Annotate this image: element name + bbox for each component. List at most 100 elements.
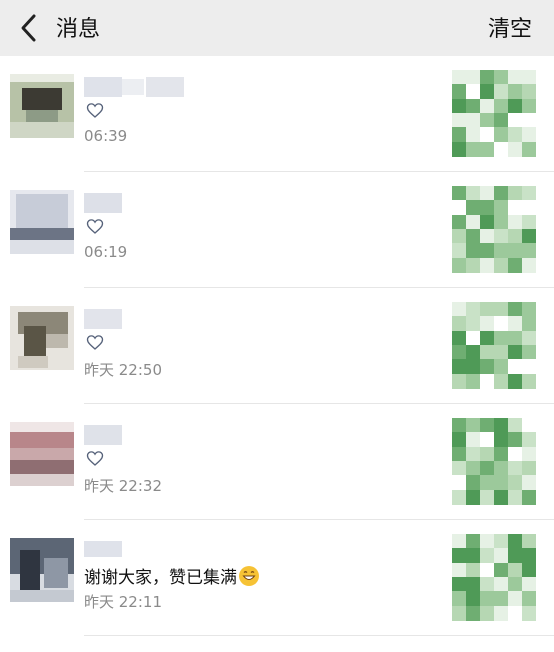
thumbnail-pixel — [480, 548, 494, 564]
thumbnail-pixel — [494, 112, 508, 128]
thumbnail-pixel — [480, 186, 494, 201]
thumbnail-pixel — [480, 200, 494, 216]
thumbnail-pixel — [494, 591, 508, 607]
thumbnail-pixel — [494, 214, 508, 230]
thumbnail-pixel — [466, 127, 480, 143]
thumbnail-pixel — [480, 70, 494, 85]
message-item[interactable]: 06:19 — [0, 172, 554, 288]
thumbnail-pixel — [522, 200, 536, 216]
thumbnail-pixel — [522, 418, 536, 433]
thumbnail-pixel — [494, 330, 508, 346]
thumbnail-pixel — [452, 576, 466, 592]
thumbnail-pixel — [522, 460, 536, 476]
message-item[interactable]: 昨天 22:50 — [0, 288, 554, 404]
thumbnail-pixel — [480, 591, 494, 607]
user-name-redacted — [84, 193, 122, 213]
divider — [84, 635, 554, 636]
thumbnail-pixel — [480, 605, 494, 621]
thumbnail-pixel — [452, 316, 466, 332]
thumbnail-pixel — [522, 302, 536, 317]
thumbnail-pixel — [480, 98, 494, 114]
message-item[interactable]: 昨天 22:32 — [0, 404, 554, 520]
thumbnail-pixel — [466, 534, 480, 549]
thumbnail-pixel — [466, 591, 480, 607]
thumbnail-pixel — [480, 446, 494, 462]
thumbnail-pixel — [494, 460, 508, 476]
comment-text: 谢谢大家，赞已集满 — [84, 563, 259, 588]
thumbnail-pixel — [508, 302, 522, 317]
thumbnail-pixel — [494, 186, 508, 201]
thumbnail-pixel — [522, 576, 536, 592]
thumbnail-pixel — [452, 605, 466, 621]
thumbnail-pixel — [508, 359, 522, 375]
thumbnail-pixel — [466, 605, 480, 621]
thumbnail-pixel — [466, 548, 480, 564]
post-thumbnail[interactable] — [452, 534, 536, 621]
thumbnail-pixel — [494, 359, 508, 375]
thumbnail-pixel — [466, 98, 480, 114]
thumbnail-pixel — [480, 373, 494, 389]
thumbnail-pixel — [452, 186, 466, 201]
thumbnail-pixel — [522, 316, 536, 332]
thumbnail-pixel — [522, 344, 536, 360]
thumbnail-pixel — [494, 475, 508, 491]
thumbnail-pixel — [480, 112, 494, 128]
thumbnail-pixel — [508, 475, 522, 491]
thumbnail-pixel — [466, 562, 480, 578]
thumbnail-pixel — [494, 605, 508, 621]
back-chevron-icon[interactable] — [14, 10, 44, 46]
post-thumbnail[interactable] — [452, 302, 536, 389]
thumbnail-pixel — [522, 548, 536, 564]
avatar — [10, 422, 74, 486]
thumbnail-pixel — [494, 98, 508, 114]
thumbnail-pixel — [494, 127, 508, 143]
thumbnail-pixel — [452, 344, 466, 360]
thumbnail-pixel — [466, 228, 480, 244]
clear-button[interactable]: 清空 — [488, 11, 532, 43]
thumbnail-pixel — [494, 418, 508, 433]
thumbnail-pixel — [480, 460, 494, 476]
thumbnail-pixel — [480, 432, 494, 448]
thumbnail-pixel — [508, 141, 522, 157]
thumbnail-pixel — [522, 330, 536, 346]
grinning-face-icon — [239, 566, 259, 586]
thumbnail-pixel — [522, 186, 536, 201]
message-item[interactable]: 谢谢大家，赞已集满 昨天 22:11 — [0, 520, 554, 636]
thumbnail-pixel — [522, 432, 536, 448]
thumbnail-pixel — [480, 302, 494, 317]
post-thumbnail[interactable] — [452, 70, 536, 157]
post-thumbnail[interactable] — [452, 186, 536, 273]
thumbnail-pixel — [494, 548, 508, 564]
thumbnail-pixel — [522, 98, 536, 114]
thumbnail-pixel — [466, 359, 480, 375]
thumbnail-pixel — [494, 243, 508, 259]
thumbnail-pixel — [522, 228, 536, 244]
thumbnail-pixel — [452, 98, 466, 114]
thumbnail-pixel — [494, 562, 508, 578]
thumbnail-pixel — [452, 127, 466, 143]
avatar — [10, 306, 74, 370]
post-thumbnail[interactable] — [452, 418, 536, 505]
thumbnail-pixel — [466, 70, 480, 85]
thumbnail-pixel — [522, 112, 536, 128]
avatar — [10, 74, 74, 138]
timestamp: 06:19 — [84, 243, 128, 261]
thumbnail-pixel — [508, 330, 522, 346]
thumbnail-pixel — [480, 257, 494, 273]
thumbnail-pixel — [508, 257, 522, 273]
thumbnail-pixel — [452, 257, 466, 273]
thumbnail-pixel — [452, 489, 466, 505]
thumbnail-pixel — [452, 200, 466, 216]
heart-outline-icon — [86, 103, 104, 118]
timestamp: 昨天 22:50 — [84, 361, 162, 379]
thumbnail-pixel — [480, 84, 494, 100]
thumbnail-pixel — [452, 446, 466, 462]
thumbnail-pixel — [452, 562, 466, 578]
message-item[interactable]: 06:39 — [0, 56, 554, 172]
timestamp: 昨天 22:32 — [84, 477, 162, 495]
thumbnail-pixel — [480, 359, 494, 375]
thumbnail-pixel — [452, 302, 466, 317]
thumbnail-pixel — [494, 446, 508, 462]
thumbnail-pixel — [494, 302, 508, 317]
thumbnail-pixel — [522, 605, 536, 621]
